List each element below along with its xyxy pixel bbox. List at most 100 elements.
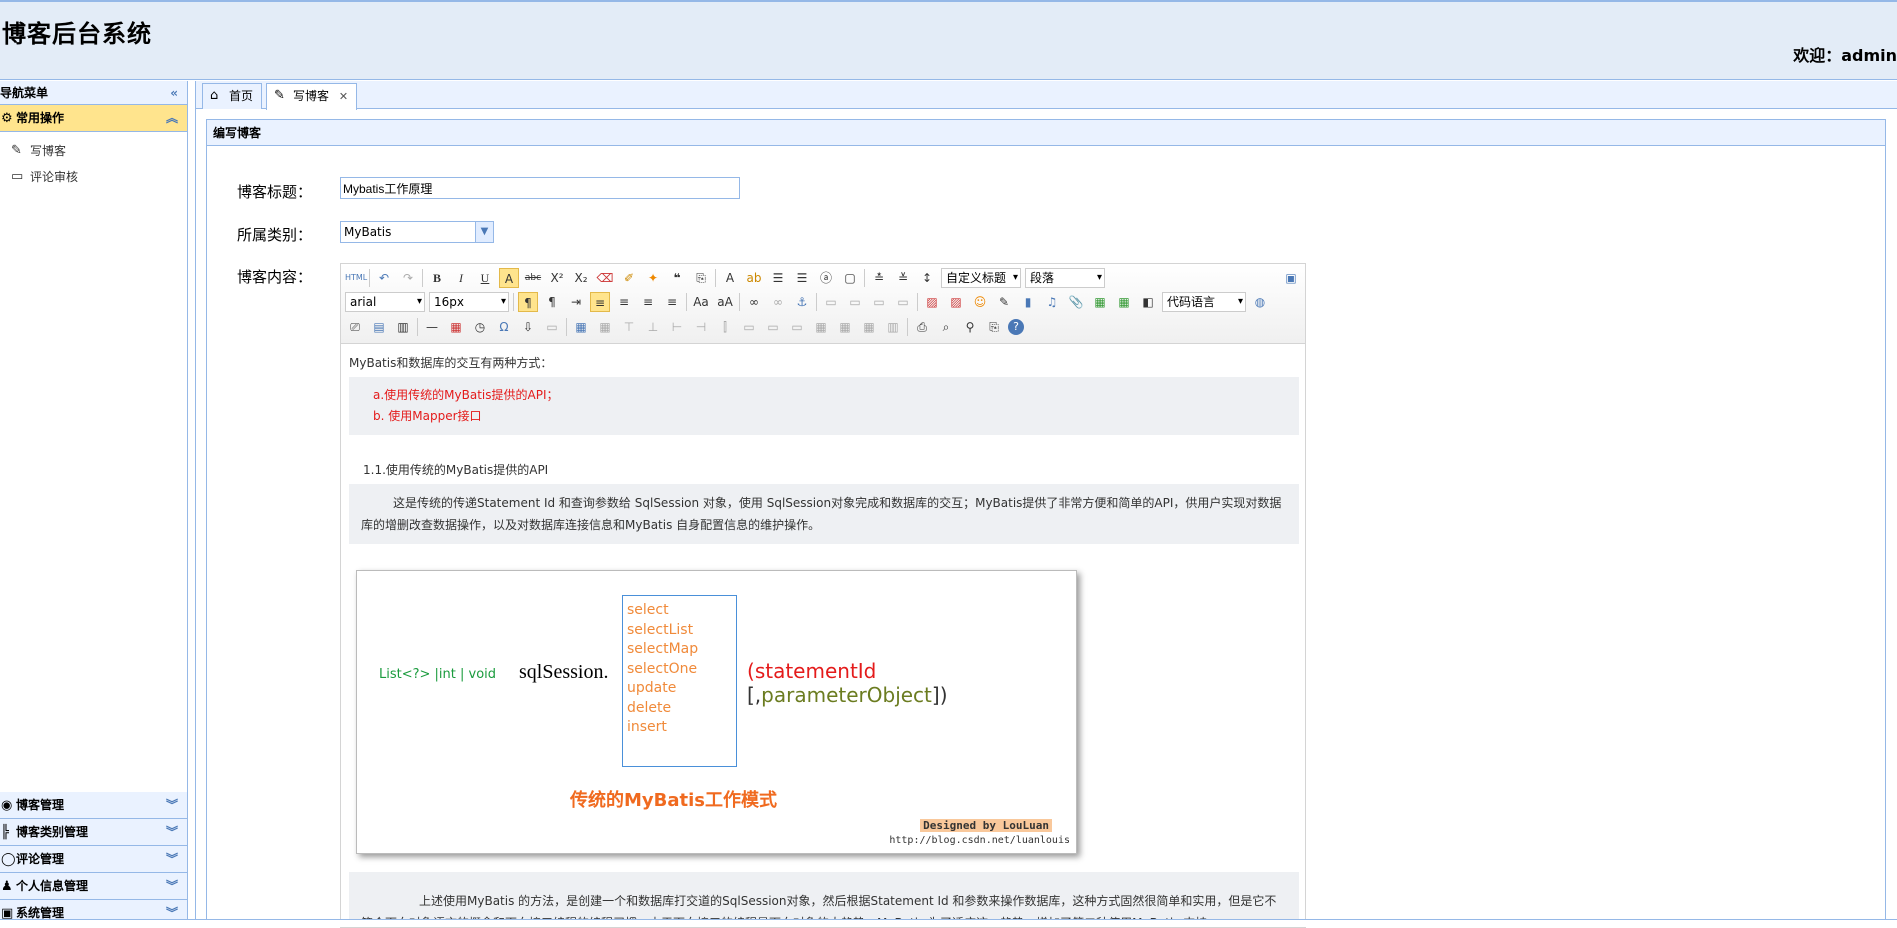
bold-icon[interactable]: B [427,268,447,288]
sidebar-item-write-blog[interactable]: ✎ 写博客 [0,138,187,164]
fullscreen-icon[interactable]: ▣ [1281,268,1301,288]
preview-icon[interactable]: ⌕ [936,317,956,337]
merge-cells-icon[interactable]: ▭ [739,317,759,337]
special-char-icon[interactable]: Ω [494,317,514,337]
subscript-icon[interactable]: X₂ [571,268,591,288]
delete-col-icon[interactable]: ⫿ [715,317,735,337]
indent-icon[interactable]: ⇥ [566,292,586,312]
emotion-icon[interactable]: ☺ [970,292,990,312]
panel-common-ops[interactable]: ⚙ 常用操作 ︽ [0,105,187,132]
attachment-icon[interactable]: 📎 [1066,292,1086,312]
image-right-icon[interactable]: ▭ [869,292,889,312]
paste-text-icon[interactable]: ⎘ [691,268,711,288]
panel-blog-manage[interactable]: ◉ 博客管理 ︾ [0,792,187,819]
underline-icon[interactable]: U [475,268,495,288]
strikethrough-icon[interactable]: abc [523,268,543,288]
sidebar-item-comment-review[interactable]: ▭ 评论审核 [0,164,187,190]
chevron-down-icon[interactable]: ︾ [166,819,178,846]
rich-text-editor[interactable]: HTML ↶ ↷ B I U A abc X² X₂ ⌫ ✐ ✦ ❝ ⎘ A a… [340,263,1306,928]
font-color-icon[interactable]: A [720,268,740,288]
merge-down-icon[interactable]: ▭ [787,317,807,337]
help-icon[interactable]: ? [1008,319,1024,335]
html-source-icon[interactable]: HTML [345,268,367,288]
tab-write-blog[interactable]: ✎ 写博客 ✕ [266,83,358,110]
close-icon[interactable]: ✕ [339,90,348,103]
image-left-icon[interactable]: ▭ [845,292,865,312]
collapse-sidebar-icon[interactable]: « [170,81,178,105]
horizontal-rule-icon[interactable]: — [422,317,442,337]
clear-doc-icon[interactable]: ▢ [840,268,860,288]
eraser-icon[interactable]: ⌫ [595,268,615,288]
align-left-icon[interactable]: ≡ [590,292,610,312]
image-none-icon[interactable]: ▭ [821,292,841,312]
template-icon[interactable]: ▤ [369,317,389,337]
music-icon[interactable]: ♫ [1042,292,1062,312]
gmap-icon[interactable]: ▦ [1114,292,1134,312]
justify-icon[interactable]: ≡ [662,292,682,312]
italic-icon[interactable]: I [451,268,471,288]
date-icon[interactable]: ▦ [446,317,466,337]
insert-paragraph-before-table-icon[interactable]: ⊤ [619,317,639,337]
custom-heading-select[interactable]: 自定义标题 [941,268,1021,288]
anchor-icon[interactable]: ⚓ [792,292,812,312]
split-to-cols-icon[interactable]: ▦ [859,317,879,337]
row-spacing-bottom-icon[interactable]: ≚ [893,268,913,288]
chevron-down-icon[interactable]: ▼ [475,222,493,242]
insert-row-icon[interactable]: ⊥ [643,317,663,337]
chevron-down-icon[interactable]: ︾ [166,792,178,819]
search-replace-icon[interactable]: ⚲ [960,317,980,337]
chart-icon[interactable]: ▥ [883,317,903,337]
paragraph-select[interactable]: 段落 [1025,268,1105,288]
ltr-icon[interactable]: ¶ [518,292,538,312]
font-size-select[interactable]: 16px [429,292,509,312]
chevron-down-icon[interactable]: ︾ [166,846,178,873]
insert-frame-icon[interactable]: ◧ [1138,292,1158,312]
line-height-icon[interactable]: ↕ [917,268,937,288]
background-color-icon[interactable]: ab [744,268,764,288]
superscript-icon[interactable]: X² [547,268,567,288]
map-icon[interactable]: ▦ [1090,292,1110,312]
code-language-select[interactable]: 代码语言 [1162,292,1246,312]
uppercase-icon[interactable]: Aa [691,292,711,312]
link-icon[interactable]: ∞ [744,292,764,312]
editor-document[interactable]: MyBatis和数据库的交互有两种方式： a.使用传统的MyBatis提供的AP… [341,344,1305,927]
insert-video-icon[interactable]: ▮ [1018,292,1038,312]
chevron-up-icon[interactable]: ︽ [166,105,178,132]
undo-icon[interactable]: ↶ [374,268,394,288]
auto-format-icon[interactable]: ✦ [643,268,663,288]
lowercase-icon[interactable]: aA [715,292,735,312]
web-image-icon[interactable]: ◍ [1250,292,1270,312]
split-to-rows-icon[interactable]: ▦ [835,317,855,337]
format-brush-icon[interactable]: ✐ [619,268,639,288]
time-icon[interactable]: ◷ [470,317,490,337]
word-image-icon[interactable]: ⇩ [518,317,538,337]
scrawl-icon[interactable]: ✎ [994,292,1014,312]
unordered-list-icon[interactable]: ☰ [792,268,812,288]
image-icon[interactable]: ▨ [922,292,942,312]
print-icon[interactable]: ⎙ [912,317,932,337]
panel-comment-manage[interactable]: ◯ 评论管理 ︾ [0,846,187,873]
unlink-icon[interactable]: ∞ [768,292,788,312]
tab-home[interactable]: ⌂ 首页 [202,83,263,109]
snap-screen-icon[interactable]: ▭ [542,317,562,337]
insert-col-icon[interactable]: ⊣ [691,317,711,337]
font-border-icon[interactable]: A [499,268,519,288]
row-spacing-top-icon[interactable]: ≛ [869,268,889,288]
ordered-list-icon[interactable]: ☰ [768,268,788,288]
select-all-icon[interactable]: ⓐ [816,268,836,288]
rtl-icon[interactable]: ¶ [542,292,562,312]
insert-table-icon[interactable]: ▦ [571,317,591,337]
title-input[interactable] [340,177,740,199]
category-select[interactable]: MyBatis ▼ [340,221,494,243]
panel-category-manage[interactable]: ╠ 博客类别管理 ︾ [0,819,187,846]
delete-table-icon[interactable]: ▦ [595,317,615,337]
blockquote-icon[interactable]: ❝ [667,268,687,288]
merge-right-icon[interactable]: ▭ [763,317,783,337]
align-right-icon[interactable]: ≡ [638,292,658,312]
multi-image-icon[interactable]: ▨ [946,292,966,312]
split-to-cells-icon[interactable]: ▦ [811,317,831,337]
delete-row-icon[interactable]: ⊢ [667,317,687,337]
panel-profile-manage[interactable]: ♟ 个人信息管理 ︾ [0,873,187,900]
page-break-icon[interactable]: ⎚ [345,317,365,337]
image-center-icon[interactable]: ▭ [893,292,913,312]
